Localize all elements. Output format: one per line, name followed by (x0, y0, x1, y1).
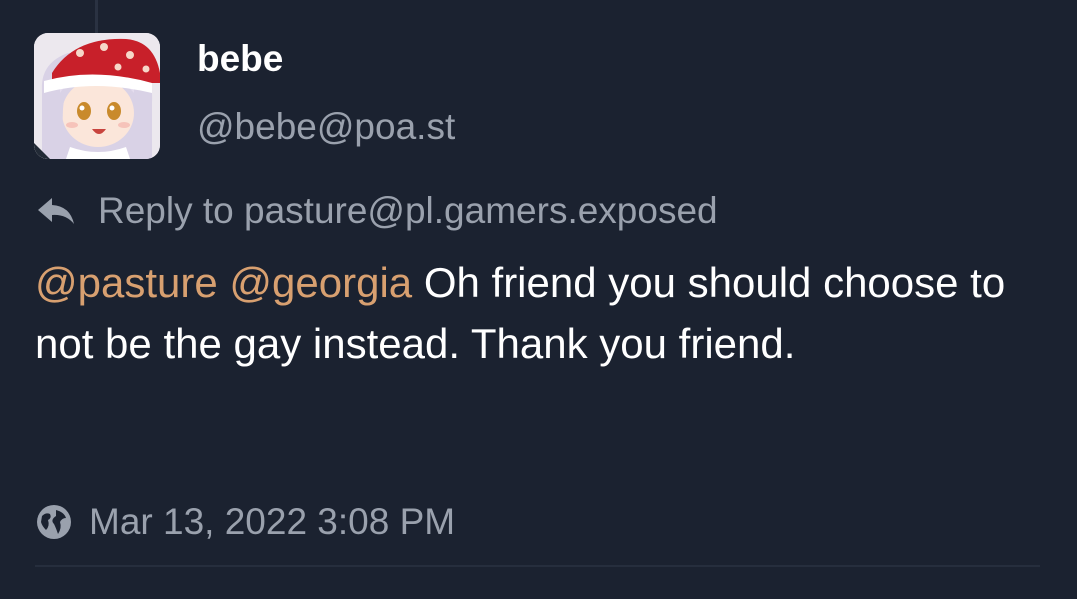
status-timestamp[interactable]: Mar 13, 2022 3:08 PM (89, 501, 455, 543)
display-name[interactable]: bebe (197, 38, 283, 80)
status-meta: Mar 13, 2022 3:08 PM (36, 497, 455, 547)
thread-connector-line (95, 0, 98, 34)
reply-to-link[interactable]: Reply to pasture@pl.gamers.exposed (36, 189, 718, 233)
avatar[interactable] (34, 33, 160, 159)
anime-girl-santa-hat-avatar (34, 33, 160, 159)
mention-link[interactable]: @pasture (35, 259, 218, 306)
mention-link[interactable]: @georgia (229, 259, 412, 306)
globe-icon (36, 504, 72, 540)
reply-arrow-icon (36, 196, 76, 226)
account-handle[interactable]: @bebe@poa.st (197, 106, 455, 148)
reply-to-label: Reply to pasture@pl.gamers.exposed (98, 190, 718, 231)
divider (35, 565, 1040, 567)
status-content: @pasture @georgia Oh friend you should c… (35, 252, 1025, 374)
